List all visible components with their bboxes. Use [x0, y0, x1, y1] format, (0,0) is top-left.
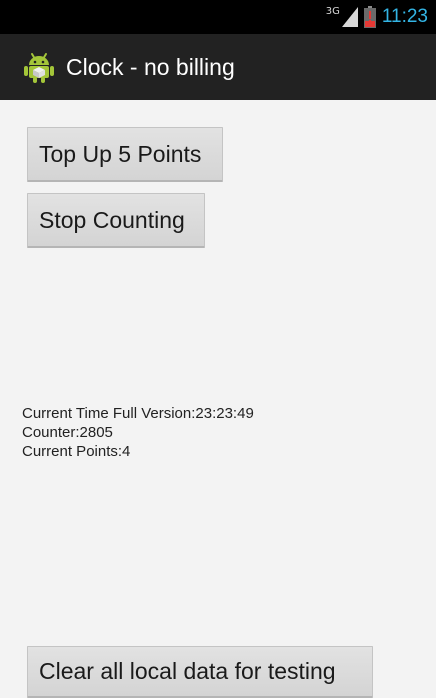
stop-counting-button[interactable]: Stop Counting: [27, 193, 205, 248]
clear-local-data-button[interactable]: Clear all local data for testing: [27, 646, 373, 698]
current-time-text: Current Time Full Version:23:23:49: [22, 405, 254, 422]
info-panel: Current Time Full Version:23:23:49 Count…: [22, 404, 254, 461]
counter-text: Counter:2805: [22, 424, 113, 441]
signal-icon: [341, 7, 358, 27]
action-bar: Clock - no billing: [0, 34, 436, 100]
status-icons: 3G 11:23: [326, 0, 428, 34]
battery-low-icon: [363, 6, 376, 28]
top-up-button[interactable]: Top Up 5 Points: [27, 127, 223, 182]
current-points-text: Current Points:4: [22, 443, 131, 460]
network-type-label: 3G: [325, 5, 340, 17]
android-icon[interactable]: [22, 50, 56, 84]
app-title: Clock - no billing: [66, 53, 235, 80]
status-clock: 11:23: [381, 6, 428, 27]
status-bar: 3G 11:23: [0, 0, 436, 34]
